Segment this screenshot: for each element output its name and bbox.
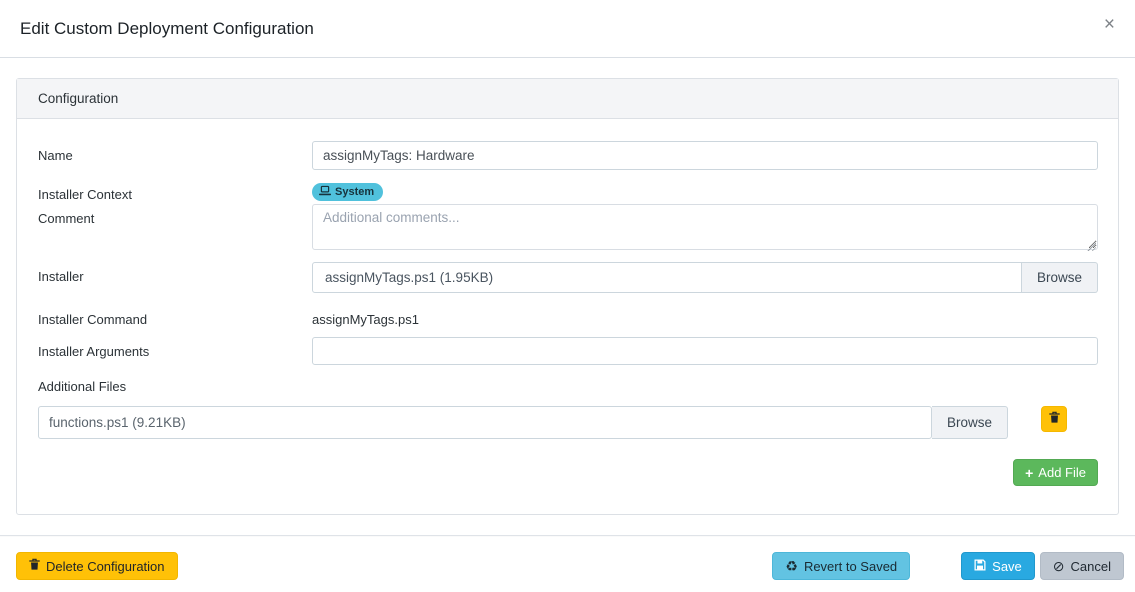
delete-configuration-button[interactable]: Delete Configuration (16, 552, 178, 580)
delete-file-button[interactable] (1041, 406, 1067, 432)
modal-body: Configuration Name Installer Context (0, 58, 1135, 535)
save-button[interactable]: Save (961, 552, 1035, 580)
modal-header: Edit Custom Deployment Configuration × (0, 0, 1135, 58)
modal-title: Edit Custom Deployment Configuration (20, 19, 314, 39)
add-file-button[interactable]: + Add File (1013, 459, 1098, 486)
recycle-icon: ♻ (785, 559, 798, 573)
save-button-label: Save (992, 559, 1022, 574)
close-icon[interactable]: × (1100, 11, 1119, 38)
system-context-badge-label: System (335, 186, 374, 198)
comment-row: Comment (38, 204, 1098, 255)
cancel-button[interactable]: ⊘ Cancel (1040, 552, 1124, 580)
name-label: Name (38, 141, 312, 163)
comment-label: Comment (38, 204, 312, 226)
name-input[interactable] (312, 141, 1098, 170)
laptop-icon (319, 185, 331, 199)
installer-command-value: assignMyTags.ps1 (312, 305, 1098, 327)
panel-header: Configuration (17, 79, 1118, 119)
additional-files-label: Additional Files (38, 379, 1098, 394)
installer-command-row: Installer Command assignMyTags.ps1 (38, 305, 1098, 327)
installer-file-input[interactable] (312, 262, 1022, 293)
installer-arguments-input[interactable] (312, 337, 1098, 365)
modal-footer: Delete Configuration ♻ Revert to Saved S… (0, 535, 1135, 592)
installer-browse-button[interactable]: Browse (1022, 262, 1098, 293)
delete-configuration-label: Delete Configuration (46, 559, 165, 574)
edit-custom-deployment-configuration-modal: Edit Custom Deployment Configuration × C… (0, 0, 1135, 592)
additional-file-browse-button[interactable]: Browse (932, 406, 1008, 439)
comment-textarea[interactable] (312, 204, 1098, 250)
installer-row: Installer Browse (38, 262, 1098, 293)
revert-to-saved-button[interactable]: ♻ Revert to Saved (772, 552, 910, 580)
add-file-row: + Add File (38, 459, 1098, 486)
panel-body: Name Installer Context (17, 119, 1118, 514)
installer-context-row: Installer Context System (38, 179, 1098, 202)
plus-icon: + (1025, 466, 1033, 480)
cancel-button-label: Cancel (1071, 559, 1111, 574)
configuration-panel: Configuration Name Installer Context (16, 78, 1119, 515)
installer-context-label: Installer Context (38, 179, 312, 202)
save-floppy-icon (974, 559, 986, 574)
system-context-badge: System (312, 183, 383, 201)
add-file-button-label: Add File (1038, 465, 1086, 480)
installer-command-label: Installer Command (38, 305, 312, 327)
additional-file-input[interactable] (38, 406, 932, 439)
additional-file-row: Browse (38, 406, 1098, 439)
revert-to-saved-label: Revert to Saved (804, 559, 897, 574)
installer-arguments-label: Installer Arguments (38, 337, 312, 359)
name-row: Name (38, 141, 1098, 170)
ban-icon: ⊘ (1053, 559, 1065, 573)
trash-icon (1049, 411, 1060, 427)
installer-arguments-row: Installer Arguments (38, 337, 1098, 365)
installer-label: Installer (38, 262, 312, 284)
trash-icon (29, 558, 40, 574)
